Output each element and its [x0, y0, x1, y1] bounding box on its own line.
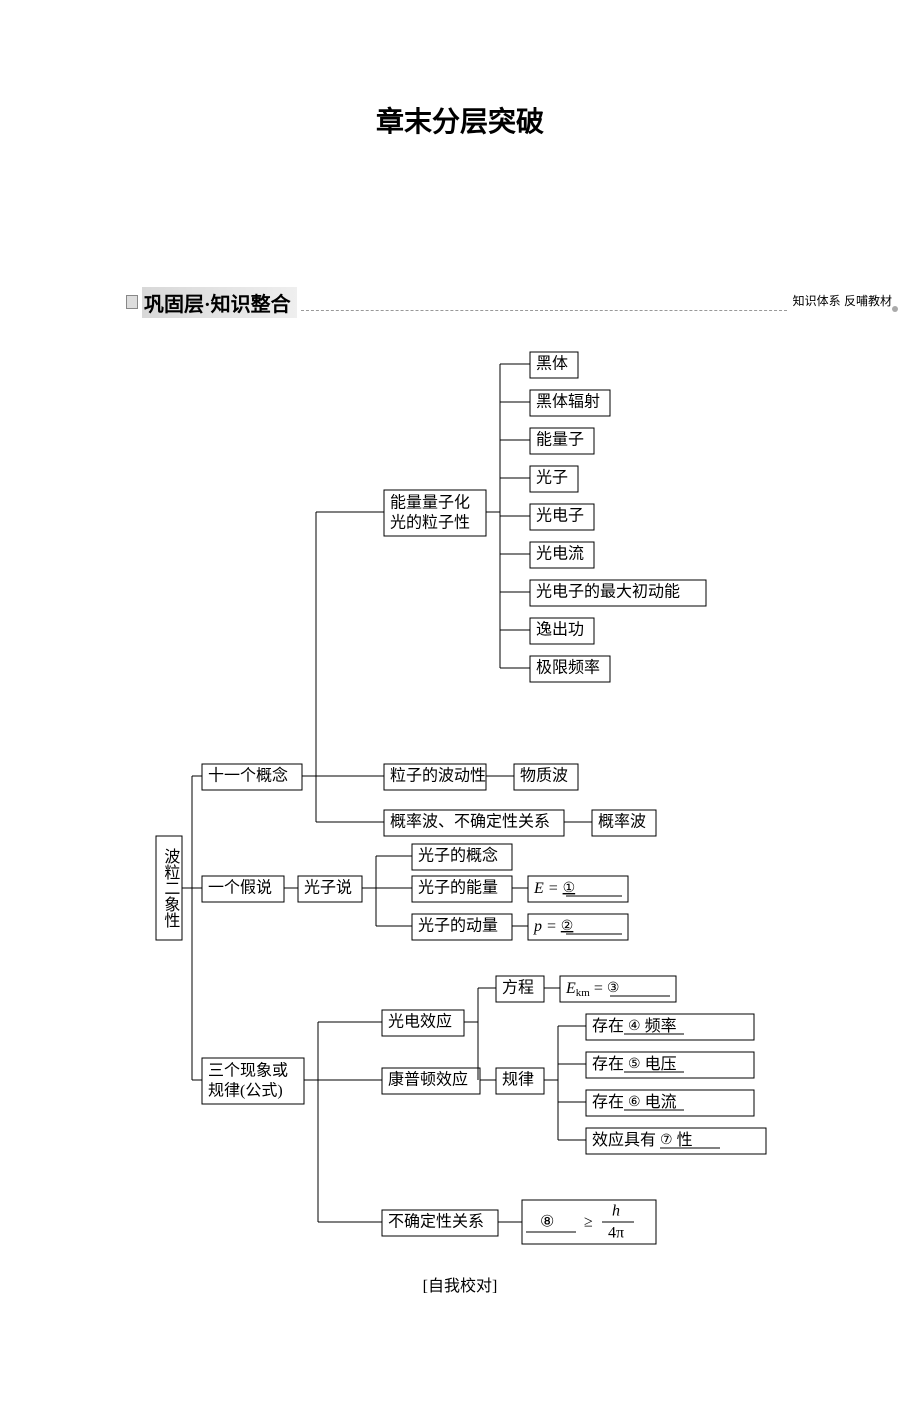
svg-text:黑体辐射: 黑体辐射: [536, 393, 600, 411]
root-label: 波粒二象性: [161, 848, 180, 928]
br3a-label: 光电效应: [388, 1012, 452, 1031]
br3-l2: 规律(公式): [208, 1082, 283, 1100]
law-label: 规律: [502, 1071, 534, 1089]
svg-text:光电流: 光电流: [536, 545, 584, 563]
dot-icon: [892, 306, 898, 312]
br2a-label: 光子说: [304, 879, 352, 897]
h-sym: h: [612, 1203, 620, 1220]
geq: ≥: [584, 1214, 593, 1231]
section-tag: 知识体系 反哺教材: [793, 292, 892, 309]
law-r3: 存在 ⑥ 电流: [592, 1093, 677, 1111]
svg-text:逸出功: 逸出功: [536, 621, 584, 639]
br1a-children: 黑体 黑体辐射 能量子 光子 光电子 光电流 光电子的最大初动能 逸出功 极限频…: [500, 352, 706, 682]
br1b-child: 物质波: [520, 767, 568, 785]
br1-label: 十一个概念: [208, 766, 288, 785]
p-eq: p = ②: [533, 918, 573, 935]
br1a-l2: 光的粒子性: [390, 514, 470, 532]
section-header: 巩固层·知识整合 知识体系 反哺教材: [126, 288, 898, 316]
pi-denom: 4π: [608, 1225, 624, 1242]
svg-text:光电子的最大初动能: 光电子的最大初动能: [536, 583, 680, 601]
br2a-c1: 光子的能量: [418, 879, 498, 897]
svg-text:能量子: 能量子: [536, 431, 584, 449]
section-title: 巩固层·知识整合: [142, 287, 297, 318]
br3c-label: 不确定性关系: [388, 1213, 484, 1231]
law-r2: 存在 ⑤ 电压: [592, 1055, 677, 1073]
br1b-label: 粒子的波动性: [390, 767, 486, 785]
concept-tree: 波粒二象性 十一个概念 能量量子化 光的粒子性 黑体 黑体辐射 能量子 光子 光…: [126, 332, 906, 1272]
blank8: ⑧: [540, 1214, 554, 1231]
law-r4: 效应具有 ⑦ 性: [592, 1130, 693, 1149]
br2a-c0: 光子的概念: [418, 846, 498, 865]
br1c-child: 概率波: [598, 813, 646, 831]
eq-label: 方程: [502, 979, 534, 997]
br2-label: 一个假说: [208, 879, 272, 897]
br2a-c2: 光子的动量: [418, 917, 498, 935]
law-r1: 存在 ④ 频率: [592, 1017, 677, 1035]
svg-text:光子: 光子: [536, 469, 568, 487]
svg-text:光电子: 光电子: [536, 507, 584, 525]
br3b-label: 康普顿效应: [388, 1070, 468, 1089]
br3-l1: 三个现象或: [208, 1062, 288, 1080]
down-arrow-icon: [126, 295, 138, 309]
svg-text:极限频率: 极限频率: [536, 659, 600, 677]
br1c-label: 概率波、不确定性关系: [390, 813, 550, 831]
footer-note: [自我校对]: [0, 1272, 920, 1296]
dashed-divider: [301, 310, 787, 311]
svg-text:黑体: 黑体: [536, 355, 568, 373]
br1a-l1: 能量量子化: [390, 494, 470, 512]
page-title: 章末分层突破: [0, 100, 920, 140]
E-eq: E = ①: [533, 880, 575, 897]
